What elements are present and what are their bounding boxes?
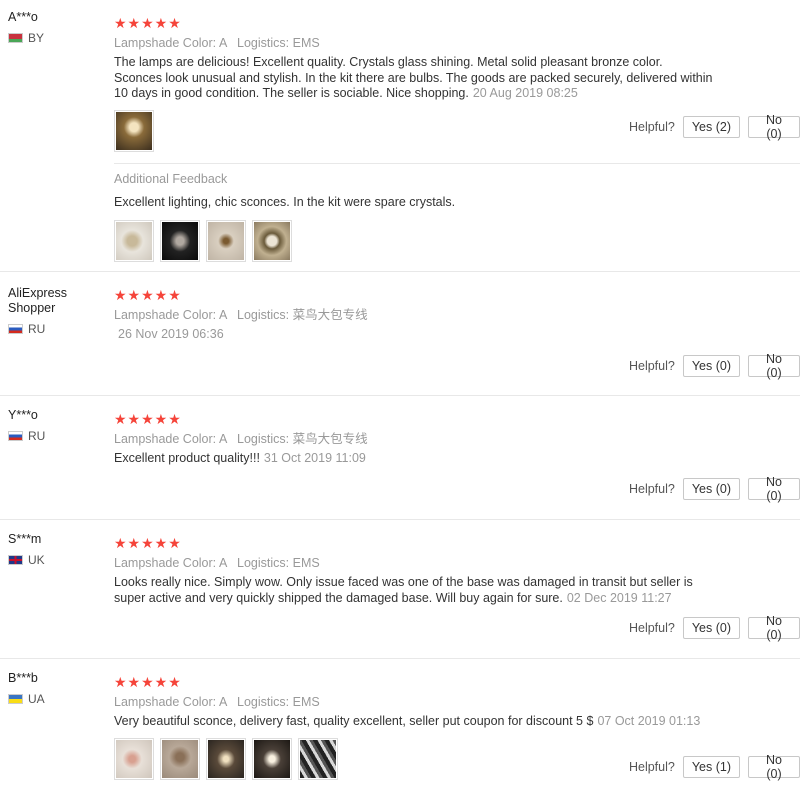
review-item: A***o BY ★★★★★ Lampshade Color: A Logist…: [0, 0, 800, 272]
review-photo-thumbnail[interactable]: [206, 737, 246, 780]
reviewer-country: UA: [8, 692, 108, 706]
review-text: 26 Nov 2019 06:36: [114, 327, 714, 343]
reviewer-name: A***o: [8, 10, 38, 24]
reviewer-info: Y***o RU: [8, 408, 108, 443]
review-text: Excellent product quality!!! 31 Oct 2019 …: [114, 451, 366, 465]
helpful-no-button[interactable]: No (0): [748, 113, 800, 141]
review-date: 26 Nov 2019 06:36: [118, 327, 224, 341]
review-photo-thumbnail[interactable]: [160, 737, 200, 780]
helpful-controls: Helpful? Yes (0) No (0): [629, 614, 800, 642]
review-photo-thumbnail[interactable]: [298, 737, 338, 780]
helpful-controls: Helpful? Yes (0) No (0): [629, 352, 800, 380]
review-photo-thumbnail[interactable]: [206, 219, 246, 262]
star-rating: ★★★★★: [114, 411, 182, 427]
flag-ru-icon: [8, 431, 23, 441]
flag-uk-icon: [8, 555, 23, 565]
review-text: The lamps are delicious! Excellent quali…: [114, 55, 713, 100]
review-body: ★★★★★ Lampshade Color: A Logistics: EMS …: [114, 536, 800, 606]
country-code: BY: [28, 31, 45, 45]
helpful-no-button[interactable]: No (0): [748, 753, 800, 781]
star-rating: ★★★★★: [114, 535, 182, 551]
additional-feedback: Additional Feedback Excellent lighting, …: [114, 163, 800, 272]
helpful-yes-button[interactable]: Yes (0): [682, 478, 740, 500]
review-attributes: Lampshade Color: A Logistics: 菜鸟大包专线: [114, 308, 368, 322]
reviewer-name: Y***o: [8, 408, 38, 422]
review-text: Very beautiful sconce, delivery fast, qu…: [114, 714, 701, 728]
review-body: ★★★★★ Lampshade Color: A Logistics: 菜鸟大包…: [114, 412, 800, 467]
additional-feedback-title: Additional Feedback: [114, 172, 228, 186]
logistics-value: EMS: [292, 36, 320, 50]
reviewer-name: B***b: [8, 671, 38, 685]
review-item: S***m UK ★★★★★ Lampshade Color: A Logist…: [0, 520, 800, 659]
review-item: AliExpress Shopper RU ★★★★★ Lampshade Co…: [0, 272, 800, 396]
helpful-yes-button[interactable]: Yes (2): [682, 116, 740, 138]
review-photo-thumbnail[interactable]: [114, 737, 154, 780]
logistics-label: Logistics:: [237, 36, 290, 50]
review-date: 02 Dec 2019 11:27: [566, 590, 672, 605]
country-code: RU: [28, 322, 46, 336]
reviewer-info: B***b UA: [8, 671, 108, 706]
review-photo-thumbnail[interactable]: [252, 219, 292, 262]
helpful-controls: Helpful? Yes (2) No (0): [628, 113, 800, 141]
reviewer-info: S***m UK: [8, 532, 108, 567]
review-attributes: Lampshade Color: A Logistics: EMS: [114, 695, 320, 709]
reviewer-info: AliExpress Shopper RU: [8, 286, 108, 336]
reviewer-country: BY: [8, 31, 108, 45]
star-rating: ★★★★★: [114, 15, 182, 31]
reviewer-name: S***m: [8, 532, 42, 546]
review-date: 31 Oct 2019 11:09: [263, 451, 366, 465]
helpful-no-button[interactable]: No (0): [748, 475, 800, 503]
star-rating: ★★★★★: [114, 287, 182, 303]
reviewer-name: AliExpress Shopper: [8, 286, 68, 315]
star-rating: ★★★★★: [114, 674, 182, 690]
flag-by-icon: [8, 33, 23, 43]
review-date: 07 Oct 2019 01:13: [597, 714, 701, 728]
lampshade-label: Lampshade Color:: [114, 36, 217, 50]
helpful-controls: Helpful? Yes (1) No (0): [629, 753, 800, 781]
helpful-no-button[interactable]: No (0): [748, 614, 800, 642]
helpful-yes-button[interactable]: Yes (1): [682, 756, 740, 778]
review-photo-thumbnail[interactable]: [114, 219, 154, 262]
review-item: B***b UA ★★★★★ Lampshade Color: A Logist…: [0, 659, 800, 800]
helpful-controls: Helpful? Yes (0) No (0): [629, 475, 800, 503]
country-code: UK: [28, 553, 45, 567]
review-text: Looks really nice. Simply wow. Only issu…: [114, 575, 693, 605]
flag-ru-icon: [8, 324, 23, 334]
review-attributes: Lampshade Color: A Logistics: EMS: [114, 556, 320, 570]
review-attributes: Lampshade Color: A Logistics: EMS: [114, 35, 800, 51]
review-item: Y***o RU ★★★★★ Lampshade Color: A Logist…: [0, 396, 800, 520]
helpful-label: Helpful?: [628, 120, 675, 134]
additional-photos: [114, 219, 800, 262]
additional-feedback-text: Excellent lighting, chic sconces. In the…: [114, 195, 456, 209]
review-attributes: Lampshade Color: A Logistics: 菜鸟大包专线: [114, 432, 368, 446]
review-date: 20 Aug 2019 08:25: [472, 86, 578, 100]
lampshade-value: A: [218, 36, 227, 50]
flag-ua-icon: [8, 694, 23, 704]
helpful-yes-button[interactable]: Yes (0): [682, 617, 740, 639]
review-photo-thumbnail[interactable]: [252, 737, 292, 780]
review-body: ★★★★★ Lampshade Color: A Logistics: 菜鸟大包…: [114, 288, 800, 343]
country-code: UA: [28, 692, 45, 706]
helpful-yes-button[interactable]: Yes (0): [682, 355, 740, 377]
review-photo-thumbnail[interactable]: [114, 109, 154, 152]
reviewer-info: A***o BY: [8, 10, 108, 45]
review-photo-thumbnail[interactable]: [160, 219, 200, 262]
country-code: RU: [28, 429, 46, 443]
reviewer-country: RU: [8, 429, 108, 443]
helpful-no-button[interactable]: No (0): [748, 352, 800, 380]
reviewer-country: RU: [8, 322, 108, 336]
reviewer-country: UK: [8, 553, 108, 567]
